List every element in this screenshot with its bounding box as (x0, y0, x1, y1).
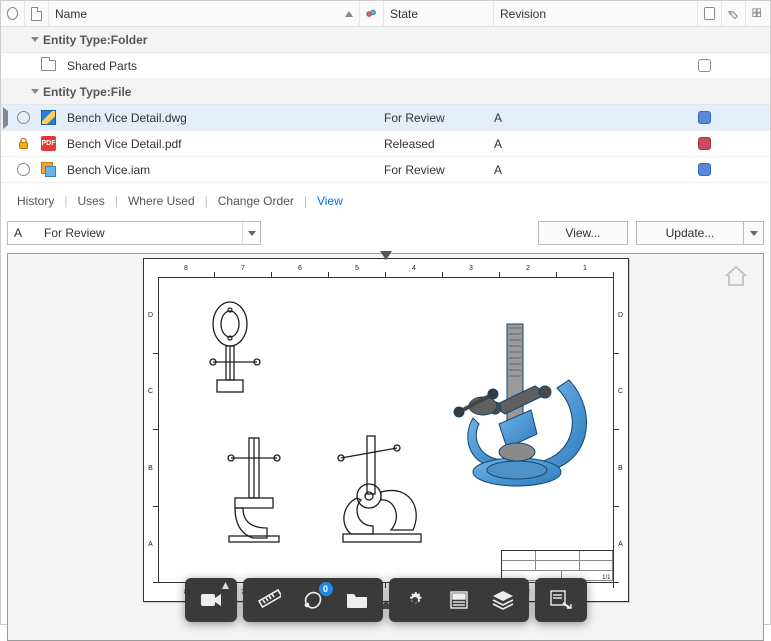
tab-history[interactable]: History (13, 194, 58, 208)
column-revision[interactable]: Revision (494, 1, 698, 26)
chevron-down-icon (31, 37, 39, 42)
column-name-label: Name (55, 7, 87, 21)
camera-button[interactable] (189, 578, 233, 622)
viewer-toolbar: 0 (185, 578, 587, 622)
column-revision-label: Revision (500, 7, 546, 21)
settings-button[interactable] (393, 578, 437, 622)
view-button-label: View... (565, 226, 600, 240)
iam-file-icon (41, 162, 56, 177)
dwg-file-icon (41, 110, 56, 125)
row-pdf[interactable]: PDF Bench Vice Detail.pdf Released A (1, 131, 770, 157)
row-checkbox[interactable] (17, 111, 30, 124)
grid-header: Name State Revision (1, 1, 770, 27)
shared-parts-name: Shared Parts (67, 59, 137, 73)
group-folder-label: Entity Type:Folder (43, 33, 147, 47)
fit-view-button[interactable] (539, 578, 583, 622)
view-button[interactable]: View... (538, 221, 628, 245)
ortho-view-top (205, 300, 271, 396)
status-square (698, 59, 711, 72)
group-file-label: Entity Type:File (43, 85, 131, 99)
ruler-top: 87654321 (158, 259, 614, 277)
tab-where-used[interactable]: Where Used (124, 194, 199, 208)
sort-asc-icon (345, 11, 353, 17)
ruler-right: DCBA (614, 277, 628, 583)
iam-name: Bench Vice.iam (67, 163, 150, 177)
isometric-render (443, 294, 611, 490)
dwg-name: Bench Vice Detail.dwg (67, 111, 187, 125)
tab-view[interactable]: View (313, 194, 347, 208)
column-state[interactable]: State (384, 1, 494, 26)
drawing-preview[interactable]: 87654321 87654321 DCBA DCBA (7, 253, 764, 641)
pdf-file-icon: PDF (41, 136, 56, 151)
header-doc-icon[interactable] (25, 1, 49, 26)
revision-selector[interactable]: A For Review (7, 221, 261, 245)
column-lifecycle-icon[interactable] (360, 1, 384, 26)
pdf-name: Bench Vice Detail.pdf (67, 137, 182, 151)
folder-icon (41, 60, 56, 71)
tab-change-order[interactable]: Change Order (214, 194, 298, 208)
header-grid-icon[interactable] (746, 1, 770, 26)
ruler-left: DCBA (144, 277, 158, 583)
measure-button[interactable] (247, 578, 291, 622)
ortho-view-left (221, 436, 291, 546)
row-shared-parts[interactable]: Shared Parts (1, 53, 770, 79)
lock-icon (17, 137, 41, 150)
header-tag-icon[interactable] (722, 1, 746, 26)
status-square-red (698, 137, 711, 150)
detail-tabs: History| Uses| Where Used| Change Order|… (1, 187, 770, 215)
row-dwg[interactable]: Bench Vice Detail.dwg For Review A (1, 105, 770, 131)
header-select-circle[interactable] (1, 1, 25, 26)
iam-state: For Review (384, 163, 445, 177)
iam-rev: A (494, 163, 502, 177)
folder-button[interactable] (335, 578, 379, 622)
chevron-down-icon[interactable] (743, 222, 763, 244)
header-square-icon[interactable] (698, 1, 722, 26)
home-icon[interactable] (723, 264, 749, 291)
ortho-view-side (327, 434, 437, 546)
expand-icon[interactable] (3, 107, 8, 129)
properties-button[interactable] (437, 578, 481, 622)
row-checkbox[interactable] (17, 163, 30, 176)
sheet-inner-frame: 1/1 (158, 277, 614, 583)
pdf-rev: A (494, 137, 502, 151)
chevron-down-icon (31, 89, 39, 94)
column-state-label: State (390, 7, 418, 21)
tab-uses[interactable]: Uses (73, 194, 108, 208)
status-square-blue (698, 163, 711, 176)
revision-code: A (8, 226, 40, 240)
dwg-state: For Review (384, 111, 445, 125)
row-iam[interactable]: Bench Vice.iam For Review A (1, 157, 770, 183)
revision-label: For Review (40, 226, 242, 240)
drawing-sheet: 87654321 87654321 DCBA DCBA (143, 258, 629, 602)
update-button-label: Update... (666, 226, 715, 240)
layers-button[interactable] (481, 578, 525, 622)
group-folder[interactable]: Entity Type:Folder (1, 27, 770, 53)
pdf-state: Released (384, 137, 435, 151)
chevron-down-icon[interactable] (242, 222, 260, 244)
page-indicator: 1/1 (602, 575, 610, 581)
group-file[interactable]: Entity Type:File (1, 79, 770, 105)
status-square-blue (698, 111, 711, 124)
column-name[interactable]: Name (49, 1, 360, 26)
markup-count-badge: 0 (319, 582, 333, 596)
view-toolbar: A For Review View... Update... (1, 215, 770, 251)
dwg-rev: A (494, 111, 502, 125)
markup-button[interactable]: 0 (291, 578, 335, 622)
update-button[interactable]: Update... (636, 221, 764, 245)
